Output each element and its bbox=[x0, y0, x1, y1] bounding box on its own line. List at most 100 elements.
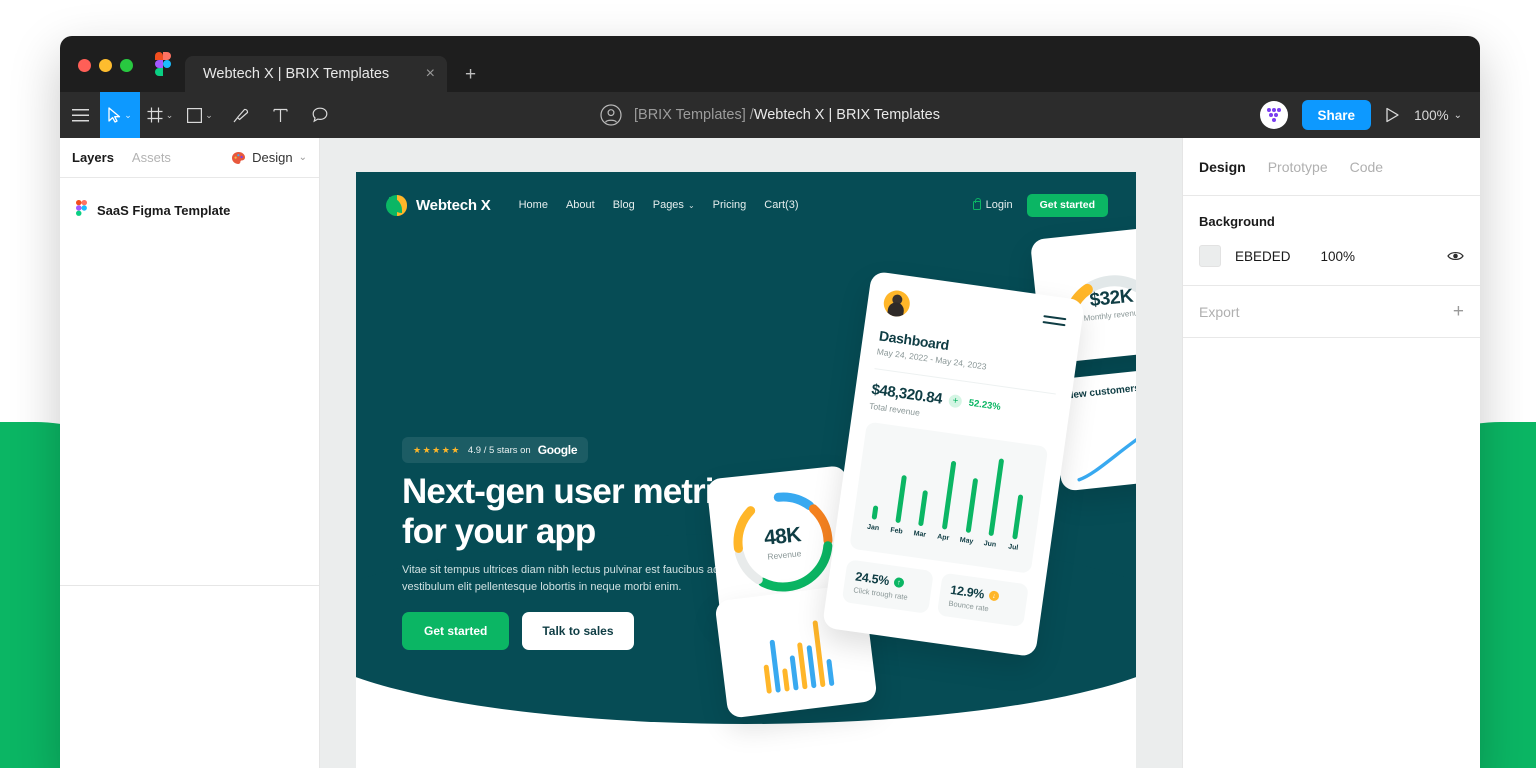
nav-link-pricing[interactable]: Pricing bbox=[713, 199, 747, 211]
window-body: Layers Assets Design ⌄ SaaS Figma Templa… bbox=[60, 138, 1480, 768]
bar-label: May bbox=[959, 536, 974, 546]
trend-down-icon: ↓ bbox=[988, 590, 1000, 602]
comment-tool-button[interactable] bbox=[300, 92, 340, 138]
bar bbox=[918, 490, 929, 527]
file-tab[interactable]: Webtech X | BRIX Templates × bbox=[185, 56, 447, 92]
brand-name: Webtech X bbox=[416, 196, 491, 214]
bar bbox=[763, 664, 772, 694]
revenue-bar-chart-bars: Jan Feb Mar Apr May Jun Jul bbox=[861, 433, 1038, 553]
nav-link-about-label: About bbox=[565, 199, 595, 211]
nav-get-started-button[interactable]: Get started bbox=[1026, 193, 1108, 217]
new-tab-icon[interactable]: + bbox=[465, 65, 476, 84]
pen-tool-button[interactable] bbox=[220, 92, 260, 138]
bar-label: Feb bbox=[889, 526, 904, 536]
window-controls bbox=[60, 59, 149, 92]
artboard-webtech-x[interactable]: Webtech X Home About Blog Pages ⌄ Pricing… bbox=[356, 172, 1136, 768]
bar bbox=[782, 668, 790, 692]
breadcrumb-file: Webtech X | BRIX Templates bbox=[753, 107, 940, 123]
webtech-logo-icon bbox=[386, 194, 407, 216]
nav-link-pages[interactable]: Pages ⌄ bbox=[653, 199, 695, 211]
bar-label: Apr bbox=[936, 533, 950, 543]
figma-component-icon bbox=[76, 200, 87, 221]
google-rating-badge: ★★★★★ 4.9 / 5 stars on Google bbox=[402, 437, 589, 463]
tab-prototype[interactable]: Prototype bbox=[1268, 159, 1328, 175]
file-tab-label: Webtech X | BRIX Templates bbox=[203, 66, 390, 82]
hero-cta-group: Get started Talk to sales bbox=[402, 612, 634, 650]
login-label: Login bbox=[985, 199, 1013, 211]
share-button[interactable]: Share bbox=[1301, 100, 1372, 130]
frame-tool-button[interactable]: ⌄ bbox=[140, 92, 180, 138]
left-sidebar-spacer bbox=[60, 231, 319, 585]
frame-tool-caret[interactable]: ⌄ bbox=[166, 110, 174, 121]
tab-code[interactable]: Code bbox=[1350, 159, 1383, 175]
background-color-swatch[interactable] bbox=[1199, 245, 1221, 267]
zoom-control[interactable]: 100% ⌄ bbox=[1414, 108, 1462, 123]
bar bbox=[965, 478, 978, 533]
revenue-bar-chart: Jan Feb Mar Apr May Jun Jul bbox=[849, 421, 1049, 574]
website-logo[interactable]: Webtech X bbox=[386, 194, 491, 216]
new-customers-title: New customers bbox=[1065, 382, 1136, 402]
google-wordmark: Google bbox=[537, 443, 578, 457]
pen-icon bbox=[233, 108, 248, 122]
tab-design[interactable]: Design bbox=[1199, 159, 1246, 175]
bar bbox=[789, 655, 799, 691]
minimize-window-button[interactable] bbox=[99, 59, 112, 72]
zoom-level-label: 100% bbox=[1414, 107, 1449, 123]
figma-app-window: Webtech X | BRIX Templates × + ⌄ ⌄ ⌄ [BR… bbox=[60, 36, 1480, 768]
hamburger-icon bbox=[71, 108, 89, 121]
left-sidebar-tabs: Layers Assets Design ⌄ bbox=[60, 138, 319, 178]
present-play-icon[interactable] bbox=[1385, 107, 1400, 123]
tab-assets[interactable]: Assets bbox=[132, 150, 171, 165]
donut-center-text: 48K Revenue bbox=[763, 523, 803, 562]
hero-get-started-button[interactable]: Get started bbox=[402, 612, 510, 650]
donut-value: 48K bbox=[762, 522, 802, 550]
bounce-rate-stat: 12.9% ↓ Bounce rate bbox=[936, 572, 1029, 628]
bar-label: Jul bbox=[1007, 543, 1019, 552]
bar bbox=[826, 658, 835, 687]
nav-link-cart[interactable]: Cart(3) bbox=[764, 199, 798, 211]
zoom-caret-icon: ⌄ bbox=[1453, 109, 1462, 121]
close-window-button[interactable] bbox=[78, 59, 91, 72]
nav-link-blog[interactable]: Blog bbox=[613, 199, 635, 211]
new-customers-line-chart bbox=[1077, 425, 1136, 482]
toolbar-tools: ⌄ ⌄ ⌄ bbox=[60, 92, 340, 138]
move-tool-caret[interactable]: ⌄ bbox=[124, 110, 132, 121]
shape-tool-button[interactable]: ⌄ bbox=[180, 92, 220, 138]
account-avatar-icon bbox=[600, 104, 622, 126]
website-nav-actions: Login Get started bbox=[972, 193, 1108, 217]
bar-label: Jun bbox=[983, 540, 997, 549]
left-sidebar-lower-area bbox=[60, 586, 319, 768]
layer-item-label: SaaS Figma Template bbox=[97, 203, 231, 218]
hero-talk-to-sales-button[interactable]: Talk to sales bbox=[522, 612, 634, 650]
maximize-window-button[interactable] bbox=[120, 59, 133, 72]
background-opacity[interactable]: 100% bbox=[1321, 249, 1356, 264]
toolbar-right-actions: Share 100% ⌄ bbox=[1259, 100, 1480, 130]
text-tool-button[interactable] bbox=[260, 92, 300, 138]
design-library-button[interactable]: Design ⌄ bbox=[231, 150, 307, 165]
close-tab-icon[interactable]: × bbox=[426, 66, 435, 82]
shape-tool-caret[interactable]: ⌄ bbox=[205, 110, 213, 121]
export-label: Export bbox=[1199, 303, 1240, 320]
add-export-icon[interactable]: + bbox=[1453, 302, 1464, 321]
main-menu-button[interactable] bbox=[60, 92, 100, 138]
move-tool-button[interactable]: ⌄ bbox=[100, 92, 140, 138]
text-icon bbox=[272, 108, 288, 122]
background-color-hex[interactable]: EBEDED bbox=[1235, 249, 1291, 264]
login-link[interactable]: Login bbox=[972, 197, 1013, 211]
dots-icon bbox=[1266, 108, 1281, 122]
window-titlebar: Webtech X | BRIX Templates × + bbox=[60, 36, 1480, 92]
visibility-toggle[interactable] bbox=[1447, 250, 1464, 262]
website-nav-links: Home About Blog Pages ⌄ Pricing Cart(3) bbox=[519, 199, 799, 211]
website-navbar: Webtech X Home About Blog Pages ⌄ Pricing… bbox=[386, 188, 1108, 222]
menu-icon[interactable] bbox=[1042, 315, 1067, 327]
page-root: Webtech X | BRIX Templates × + ⌄ ⌄ ⌄ [BR… bbox=[0, 0, 1536, 768]
layer-item[interactable]: SaaS Figma Template bbox=[60, 190, 319, 231]
tab-layers[interactable]: Layers bbox=[72, 150, 114, 165]
design-library-label: Design bbox=[252, 150, 293, 165]
breadcrumb[interactable]: [BRIX Templates] /Webtech X | BRIX Templ… bbox=[634, 107, 940, 123]
nav-link-home[interactable]: Home bbox=[519, 199, 548, 211]
figma-canvas[interactable]: Webtech X Home About Blog Pages ⌄ Pricing… bbox=[320, 138, 1182, 768]
nav-link-about[interactable]: About bbox=[566, 199, 595, 211]
collaborator-avatar[interactable] bbox=[1259, 101, 1288, 129]
hero-subtext: Vitae sit tempus ultrices diam nibh lect… bbox=[402, 564, 756, 594]
